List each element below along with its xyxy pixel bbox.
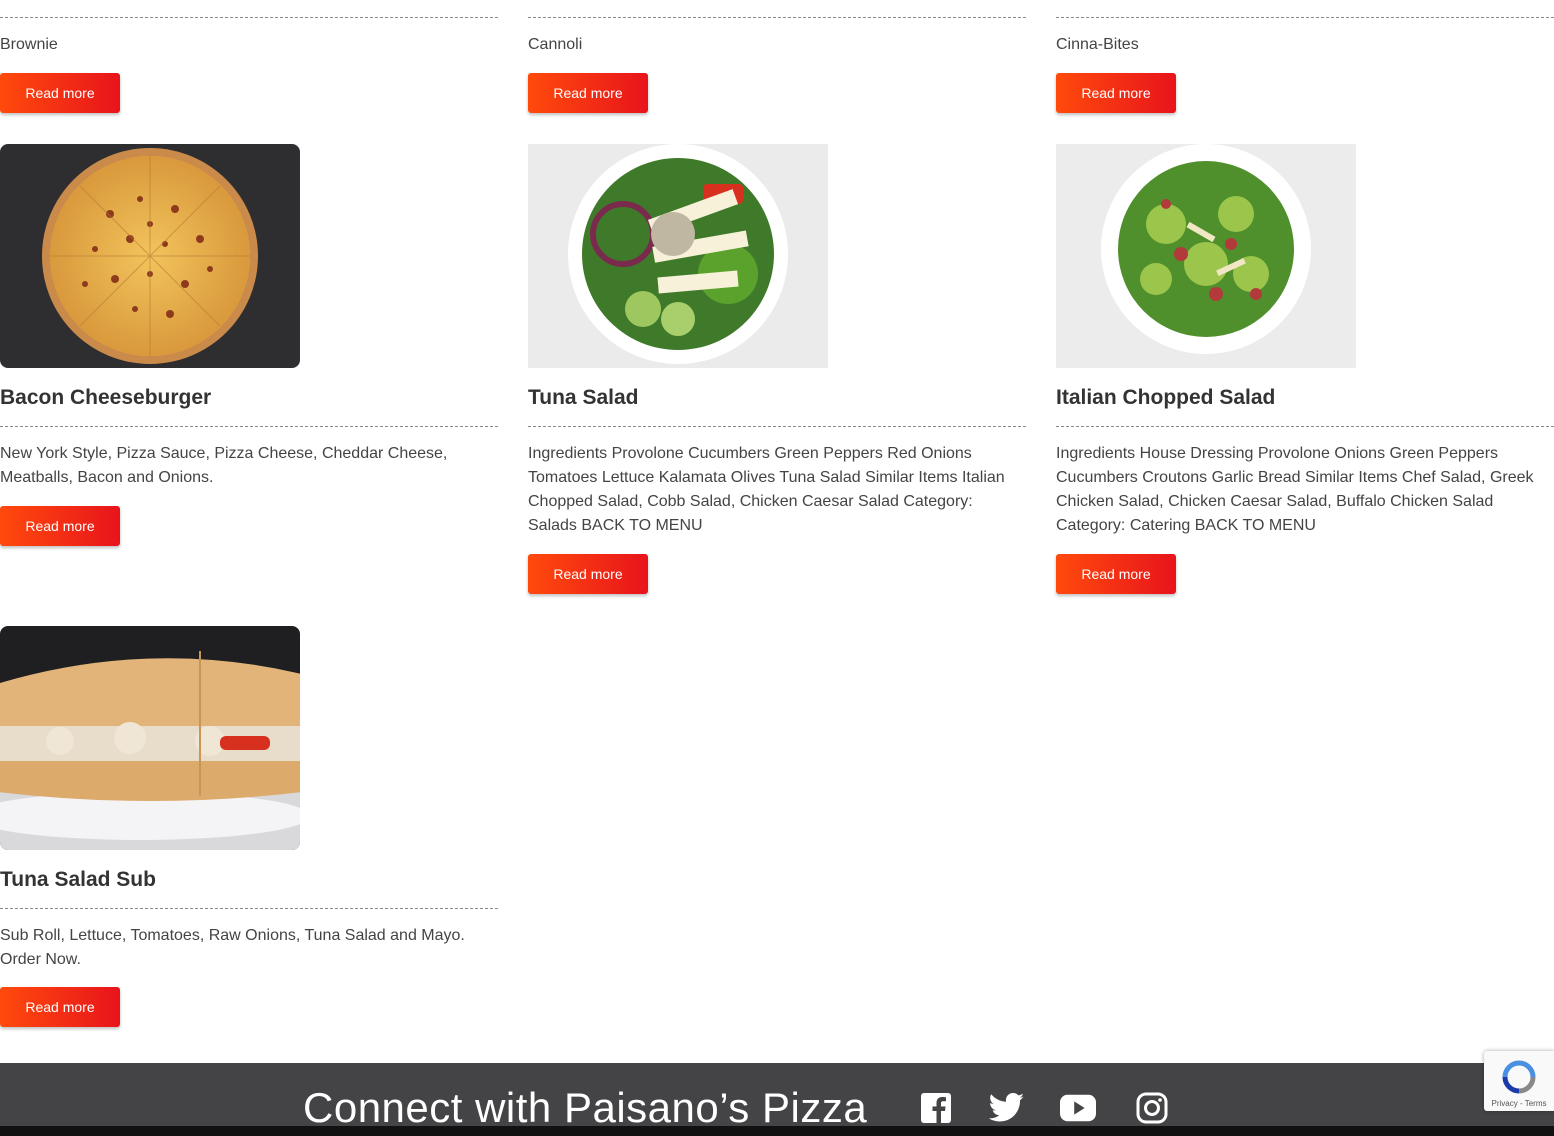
product-title[interactable]: Tuna Salad Sub bbox=[0, 866, 156, 894]
product-description: Ingredients House Dressing Provolone Oni… bbox=[1056, 445, 1534, 534]
product-card-bacon-cheeseburger: Bacon Cheeseburger New York Style, Pizza… bbox=[0, 144, 498, 548]
card-divider bbox=[0, 17, 498, 18]
product-description: Brownie bbox=[0, 36, 58, 53]
product-image-tuna-salad[interactable] bbox=[528, 144, 828, 368]
card-divider bbox=[0, 426, 498, 427]
card-divider bbox=[528, 426, 1026, 427]
product-card-cinna-bites: Cinna-Bites Read more bbox=[1056, 0, 1554, 115]
product-image-italian-salad[interactable] bbox=[1056, 144, 1356, 368]
product-image-pizza[interactable] bbox=[0, 144, 300, 368]
product-card-italian-chopped-salad: Italian Chopped Salad Ingredients House … bbox=[1056, 144, 1554, 596]
product-card-cannoli: Cannoli Read more bbox=[528, 0, 1026, 115]
product-description: Cannoli bbox=[528, 36, 583, 53]
product-title[interactable]: Italian Chopped Salad bbox=[1056, 384, 1275, 412]
product-title[interactable]: Tuna Salad bbox=[528, 384, 638, 412]
product-image-tuna-sub[interactable] bbox=[0, 626, 300, 850]
product-description: Sub Roll, Lettuce, Tomatoes, Raw Onions,… bbox=[0, 927, 465, 968]
read-more-button[interactable]: Read more bbox=[0, 73, 120, 113]
product-description: New York Style, Pizza Sauce, Pizza Chees… bbox=[0, 445, 448, 486]
read-more-button[interactable]: Read more bbox=[528, 554, 648, 594]
recaptcha-badge[interactable]: Privacy - Terms bbox=[1484, 1051, 1554, 1111]
card-divider bbox=[1056, 17, 1554, 18]
read-more-button[interactable]: Read more bbox=[528, 73, 648, 113]
card-divider bbox=[0, 908, 498, 909]
product-card-brownie: Brownie Read more bbox=[0, 0, 498, 115]
recaptcha-links[interactable]: Privacy - Terms bbox=[1484, 1099, 1554, 1108]
footer-bottom-bar bbox=[0, 1126, 1554, 1136]
recaptcha-icon bbox=[1502, 1060, 1536, 1094]
read-more-button[interactable]: Read more bbox=[1056, 554, 1176, 594]
youtube-icon[interactable] bbox=[1060, 1090, 1096, 1126]
product-description: Cinna-Bites bbox=[1056, 36, 1139, 53]
product-description: Ingredients Provolone Cucumbers Green Pe… bbox=[528, 445, 1005, 534]
product-card-tuna-salad: Tuna Salad Ingredients Provolone Cucumbe… bbox=[528, 144, 1026, 596]
twitter-icon[interactable] bbox=[989, 1090, 1025, 1126]
product-title[interactable]: Bacon Cheeseburger bbox=[0, 384, 211, 412]
card-divider bbox=[1056, 426, 1554, 427]
read-more-button[interactable]: Read more bbox=[1056, 73, 1176, 113]
card-divider bbox=[528, 17, 1026, 18]
read-more-button[interactable]: Read more bbox=[0, 987, 120, 1027]
facebook-icon[interactable] bbox=[918, 1090, 954, 1126]
instagram-icon[interactable] bbox=[1134, 1090, 1170, 1126]
read-more-button[interactable]: Read more bbox=[0, 506, 120, 546]
product-card-tuna-salad-sub: Tuna Salad Sub Sub Roll, Lettuce, Tomato… bbox=[0, 626, 498, 1030]
